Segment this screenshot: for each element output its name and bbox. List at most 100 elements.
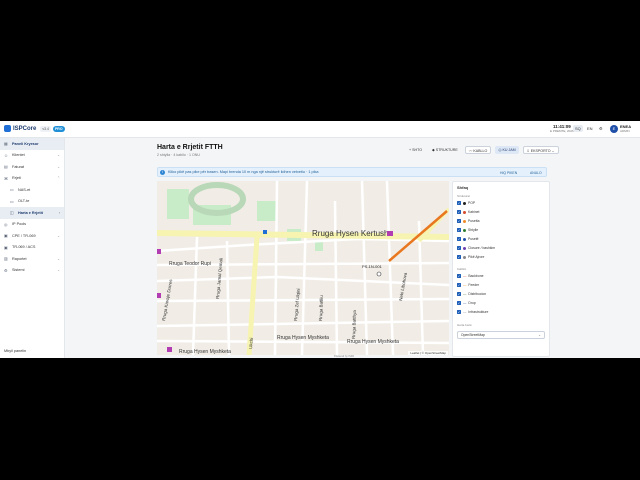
street-label: Rruga Hysen Myshketa [179, 349, 231, 355]
lang-sq-button[interactable]: SQ [573, 125, 583, 132]
street-label: Ukchi [248, 337, 254, 349]
remove-point-button[interactable]: HIQ PIKEN [500, 171, 517, 175]
cable-button[interactable]: 〰 KABLLO [464, 146, 492, 154]
sidebar-item-ip-pools[interactable]: ◎ IP Pools [0, 219, 64, 231]
info-banner: i Kliko pikë pas pike për trasen. Mapi b… [157, 167, 547, 177]
layer-toggle-aerial[interactable]: ✓ Pikë Ajrore [457, 255, 484, 259]
sidebar-item-reports[interactable]: ▥ Raportet ⌄ [0, 253, 64, 265]
structure-marker[interactable] [263, 230, 267, 234]
sidebar-item-dashboard[interactable]: ▦ Paneli Kryesor [0, 138, 64, 150]
collapse-sidebar-button[interactable]: Mbyll panelin [4, 349, 26, 353]
chevron-down-icon: ⌄ [57, 164, 60, 169]
shop-icon [167, 347, 172, 352]
add-button[interactable]: + SHTO [406, 146, 425, 154]
onu-marker[interactable] [376, 271, 382, 277]
major-road [246, 236, 260, 355]
checkbox-checked-icon: ✓ [457, 301, 461, 305]
panel-title: Shfaq [457, 185, 469, 190]
app-logo[interactable]: ISPCore v3.4 PRO [4, 125, 65, 132]
ip-icon: ◎ [4, 221, 8, 227]
logo-icon [4, 125, 11, 132]
major-road [157, 230, 449, 240]
checkbox-checked-icon: ✓ [457, 246, 461, 250]
app-window: ISPCore v3.4 PRO 11:41:09 E PREMTE, 2026… [0, 121, 640, 358]
street-label: Rruga Batlliu [318, 295, 324, 321]
map-attribution[interactable]: Leaflet | © OpenStreetMap [408, 351, 448, 355]
sidebar-item-network-map[interactable]: ◫ Harta e Rrjetit › [0, 207, 64, 219]
cable-line-icon: — [463, 301, 467, 305]
router-icon: ▣ [4, 233, 8, 239]
settings-gear-icon[interactable]: ⚙ [597, 125, 605, 132]
street-label: Rruga Hysen Myshketa [277, 335, 329, 341]
basemap-select[interactable]: OpenStreetMap ⌄ [457, 331, 545, 339]
page-subtitle: 2 shtylla · 4 kabllo · 1 ONU [157, 153, 200, 157]
logo-text: ISPCore [13, 125, 37, 132]
cable-line-icon: — [463, 274, 467, 278]
sidebar-item-invoices[interactable]: ▤ Faturat ⌄ [0, 161, 64, 173]
page-title: Harta e Rrjetit FTTH [157, 144, 223, 151]
cable-line-icon: — [463, 292, 467, 296]
network-map[interactable]: Rruga Hysen Kertusha Rruga Teodor Rupi R… [157, 181, 449, 355]
chevron-down-icon: ⌄ [57, 153, 60, 158]
layer-toggle-backbone[interactable]: ✓ — Backbone [457, 274, 483, 278]
park-area [167, 189, 189, 219]
sidebar-item-network[interactable]: ⌘ Rrjeti ⌃ [0, 173, 64, 185]
layer-toggle-distribution[interactable]: ✓ — Distribucion [457, 292, 486, 296]
network-icon: ⌘ [4, 175, 8, 181]
chevron-right-icon: › [58, 210, 60, 215]
checkbox-checked-icon: ✓ [457, 292, 461, 296]
layer-toggle-pop[interactable]: ✓ POP [457, 201, 475, 205]
section-basemap: Harta bazë [457, 323, 472, 327]
checkbox-checked-icon: ✓ [457, 255, 461, 259]
grid-icon: ▦ [4, 141, 8, 147]
section-structures: Strukturat [457, 194, 471, 198]
sidebar-item-nas[interactable]: ▭ NAS-et [0, 184, 64, 196]
user-menu[interactable]: ENEA ADMIN [620, 125, 631, 134]
clock-date: E PREMTE, 2026 [550, 129, 574, 133]
legend-dot [463, 201, 466, 205]
legend-dot [463, 228, 466, 232]
sidebar-item-acs[interactable]: ▣ TR-069 / ACS [0, 242, 64, 254]
lang-en-button[interactable]: EN [585, 125, 595, 132]
sidebar-item-cpe[interactable]: ▣ CPE / TR-069 ⌄ [0, 230, 64, 242]
sidebar-item-system[interactable]: ⚙ Sistemi ⌄ [0, 265, 64, 277]
chevron-up-icon: ⌃ [57, 176, 60, 181]
export-button[interactable]: ⇩ EKSPORTO ⌄ [522, 146, 559, 154]
powered-by: Powered by ISPA [334, 355, 355, 358]
checkbox-checked-icon: ✓ [457, 237, 461, 241]
street-label: Rruga Batthya [351, 310, 357, 339]
layer-toggle-feeder[interactable]: ✓ — Feeder [457, 283, 479, 287]
checkbox-checked-icon: ✓ [457, 283, 461, 287]
layer-toggle-manhole[interactable]: ✓ Pusetë [457, 237, 479, 241]
acs-icon: ▣ [4, 244, 8, 250]
checkbox-checked-icon: ✓ [457, 210, 461, 214]
layer-toggle-drop[interactable]: ✓ — Drop [457, 301, 476, 305]
chart-icon: ▥ [4, 256, 8, 262]
sidebar-item-olt[interactable]: ▭ OLT-te [0, 196, 64, 208]
locate-button[interactable]: ◎ KU JAM [495, 146, 519, 154]
info-text: Kliko pikë pas pike për trasen. Mapi bre… [168, 170, 319, 174]
layer-toggle-pole[interactable]: ✓ Shtylle [457, 228, 478, 232]
cable-line-icon: — [463, 310, 467, 314]
map-canvas[interactable]: Rruga Hysen Kertusha Rruga Teodor Rupi R… [157, 181, 449, 355]
map-icon: ◫ [10, 210, 14, 216]
checkbox-checked-icon: ✓ [457, 219, 461, 223]
layer-toggle-infrastructure[interactable]: ✓ — Infrastrukture [457, 310, 488, 314]
structure-button[interactable]: ◆ STRUKTURE [429, 146, 461, 154]
layer-toggle-pusetta[interactable]: ✓ Pusetta [457, 219, 480, 223]
cancel-button[interactable]: ANULO [530, 171, 542, 175]
olt-icon: ▭ [10, 198, 14, 204]
park-area [315, 241, 323, 251]
park-area [257, 201, 277, 221]
checkbox-checked-icon: ✓ [457, 274, 461, 278]
shop-icon [157, 293, 161, 298]
section-cables: Kabllot [457, 267, 467, 271]
avatar[interactable]: E [610, 125, 618, 133]
checkbox-checked-icon: ✓ [457, 310, 461, 314]
layer-toggle-cabinet[interactable]: ✓ Kabinet [457, 210, 480, 214]
sidebar-item-clients[interactable]: ☺ Klientet ⌄ [0, 150, 64, 162]
layer-toggle-closure[interactable]: ✓ Closure / bashkim [457, 246, 495, 250]
legend-dot [463, 255, 466, 259]
checkbox-checked-icon: ✓ [457, 228, 461, 232]
street-label: Rruga Zef Ulqini [293, 288, 301, 321]
